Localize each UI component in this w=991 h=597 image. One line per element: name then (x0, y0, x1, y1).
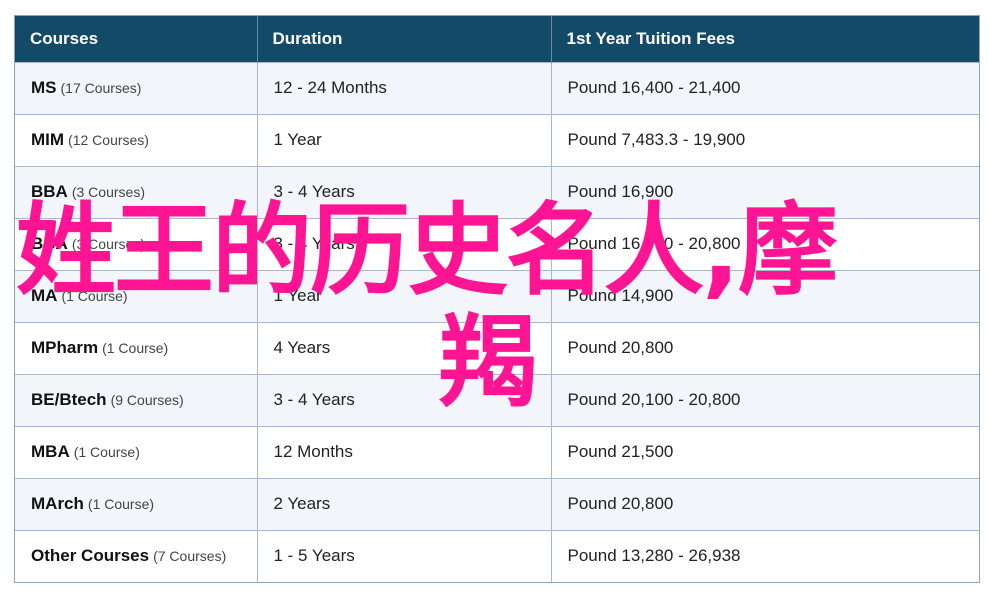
course-count: (1 Course) (61, 288, 128, 304)
course-cell: BBA (3 Courses) (15, 217, 258, 270)
course-name-link[interactable]: MIM (31, 130, 64, 149)
fees-cell: Pound 20,800 (551, 321, 979, 374)
table-row[interactable]: MPharm (1 Course) 4 Years Pound 20,800 (15, 321, 979, 374)
course-name-link[interactable]: MPharm (31, 338, 98, 357)
courses-table-container: Courses Duration 1st Year Tuition Fees M… (14, 15, 980, 583)
duration-cell: 3 - 4 Years (257, 373, 552, 426)
duration-cell: 1 - 5 Years (257, 529, 552, 582)
header-duration: Duration (257, 16, 552, 62)
course-count: (9 Courses) (110, 392, 184, 408)
duration-cell: 12 - 24 Months (257, 61, 552, 114)
course-count: (17 Courses) (60, 80, 142, 96)
course-cell: BBA (3 Courses) (15, 165, 258, 218)
course-count: (12 Courses) (68, 132, 149, 148)
course-name-link[interactable]: BBA (31, 182, 68, 201)
table-row[interactable]: MArch (1 Course) 2 Years Pound 20,800 (15, 477, 979, 530)
duration-cell: 1 Year (257, 269, 552, 322)
fees-cell: Pound 14,900 (551, 269, 979, 322)
course-name-link[interactable]: MA (31, 286, 57, 305)
course-count: (1 Course) (87, 496, 155, 512)
fees-cell: Pound 16,900 (551, 165, 979, 218)
course-count: (1 Course) (73, 444, 140, 460)
course-name-link[interactable]: MArch (31, 494, 84, 513)
course-cell: MS (17 Courses) (15, 61, 258, 114)
course-cell: MBA (1 Course) (15, 425, 258, 478)
course-name-link[interactable]: BE/Btech (31, 390, 107, 409)
course-cell: MArch (1 Course) (15, 477, 258, 530)
course-cell: MPharm (1 Course) (15, 321, 258, 374)
course-cell: MIM (12 Courses) (15, 113, 258, 166)
courses-table: Courses Duration 1st Year Tuition Fees M… (15, 16, 979, 582)
duration-cell: 1 Year (257, 113, 552, 166)
course-cell: MA (1 Course) (15, 269, 258, 322)
duration-cell: 3 - 4 Years (257, 165, 552, 218)
table-row[interactable]: MIM (12 Courses) 1 Year Pound 7,483.3 - 1… (15, 113, 979, 166)
course-count: (1 Course) (102, 340, 169, 356)
course-cell: Other Courses (7 Courses) (15, 529, 258, 582)
fees-cell: Pound 21,500 (551, 425, 979, 478)
fees-cell: Pound 7,483.3 - 19,900 (551, 113, 979, 166)
course-name-link[interactable]: MBA (31, 442, 70, 461)
course-count: (7 Courses) (153, 548, 227, 565)
duration-cell: 12 Months (257, 425, 552, 478)
course-count: (3 Courses) (71, 236, 145, 252)
fees-cell: Pound 20,100 - 20,800 (551, 373, 979, 426)
table-row[interactable]: BBA (3 Courses) 3 - 4 Years Pound 16,900 … (15, 217, 979, 270)
table-row[interactable]: MS (17 Courses) 12 - 24 Months Pound 16,4… (15, 61, 979, 114)
table-row[interactable]: MBA (1 Course) 12 Months Pound 21,500 (15, 425, 979, 478)
fees-cell: Pound 13,280 - 26,938 (551, 529, 979, 582)
header-tuition-fees: 1st Year Tuition Fees (551, 16, 979, 62)
course-cell: BE/Btech (9 Courses) (15, 373, 258, 426)
fees-cell: Pound 16,400 - 21,400 (551, 61, 979, 114)
course-count: (3 Courses) (71, 184, 145, 200)
duration-cell: 4 Years (257, 321, 552, 374)
duration-cell: 3 - 4 Years (257, 217, 552, 270)
course-name-link[interactable]: Other Courses (31, 546, 149, 565)
fees-cell: Pound 20,800 (551, 477, 979, 530)
course-name-link[interactable]: MS (31, 78, 57, 97)
table-row[interactable]: BBA (3 Courses) 3 - 4 Years Pound 16,900 (15, 165, 979, 218)
table-row[interactable]: MA (1 Course) 1 Year Pound 14,900 (15, 269, 979, 322)
table-header-row: Courses Duration 1st Year Tuition Fees (15, 16, 979, 62)
header-courses: Courses (15, 16, 258, 62)
table-row[interactable]: BE/Btech (9 Courses) 3 - 4 Years Pound 20… (15, 373, 979, 426)
duration-cell: 2 Years (257, 477, 552, 530)
course-name-link[interactable]: BBA (31, 234, 68, 253)
table-row[interactable]: Other Courses (7 Courses) 1 - 5 Years Pou… (15, 529, 979, 582)
fees-cell: Pound 16,900 - 20,800 (551, 217, 979, 270)
